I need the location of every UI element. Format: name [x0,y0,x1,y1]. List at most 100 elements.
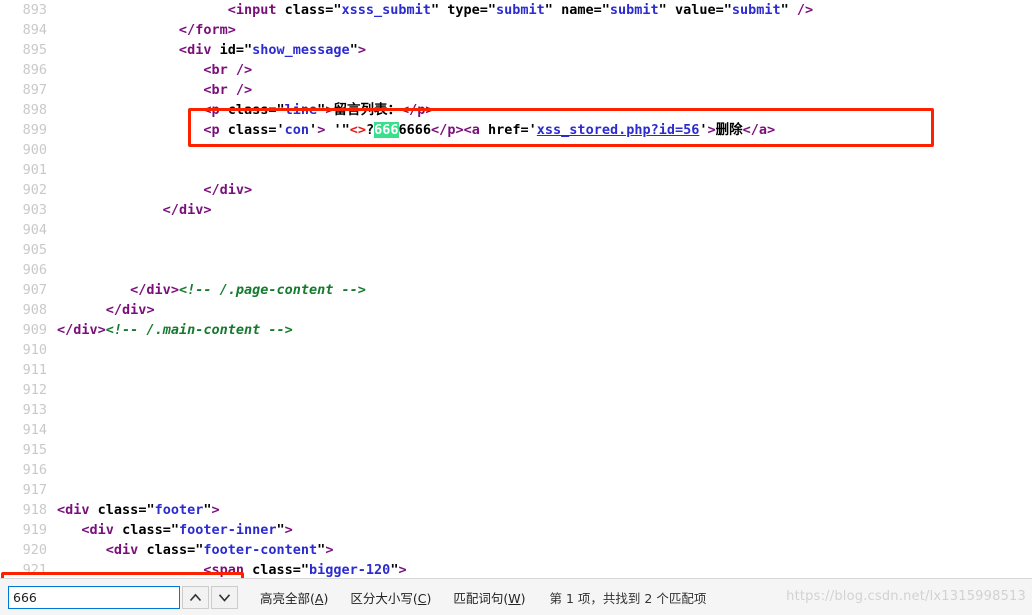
token-tag: div [73,322,98,338]
line-number: 901 [22,162,47,178]
line-number: 912 [22,382,47,398]
line-number: 913 [22,402,47,418]
find-next-button[interactable] [211,585,238,609]
find-input[interactable] [8,585,180,609]
find-previous-button[interactable] [182,585,209,609]
find-option-label: 匹配词句( [453,590,509,606]
source-code-viewer[interactable]: 893 <input class="xsss_submit" type="sub… [0,0,1032,578]
code-line-content: <span class="bigger-120"> [203,562,407,578]
code-line-content: <p class="line">留言列表：</p> [203,102,434,118]
line-number: 917 [22,482,47,498]
code-line: 919 <div class="footer-inner"> [0,520,1032,540]
find-option-label-close: ) [426,590,432,606]
line-number: 902 [22,182,47,198]
find-option-label: 区分大小写( [350,590,418,606]
code-line: 901 [0,160,1032,180]
watermark-url: https://blog.csdn.net/lx1315998513 [786,589,1026,604]
find-option-whole-words[interactable]: 匹配词句(W) [453,588,525,607]
code-line-content: </form> [178,22,236,38]
token-comment: <!-- /.main-content --> [105,322,293,338]
token-attr: id [219,42,236,58]
token-attr: value [674,2,716,18]
line-number: 920 [22,542,47,558]
code-line: 917 [0,480,1032,500]
payload-quote-prefix: '" [333,122,350,138]
find-option-label-close: ) [323,590,329,606]
token-attr: class [227,102,269,118]
code-line: 908 </div> [0,300,1032,320]
code-line: 902 </div> [0,180,1032,200]
token-attr: name [561,2,594,18]
code-line-content: </div> [105,302,155,318]
token-tag: a [471,122,480,138]
line-number: 899 [22,122,47,138]
chevron-down-icon [218,593,231,602]
code-line: 897 <br /> [0,80,1032,100]
token-tag: div [146,282,171,298]
token-value: footer-content [203,542,318,558]
token-href-value[interactable]: xss_stored.php?id=56 [537,122,700,138]
code-line-content: <div class="footer-inner"> [81,522,293,538]
payload-angle-brackets: <> [349,122,366,138]
token-tag: div [219,182,244,198]
find-option-label-close: ) [520,590,526,606]
chevron-up-icon [189,593,202,601]
line-number: 896 [22,62,47,78]
code-line: 910 [0,340,1032,360]
token-value: xsss_submit [341,2,431,18]
line-number: 895 [22,42,47,58]
token-text-cjk: 删除 [715,122,743,138]
line-number: 893 [22,2,47,18]
line-number: 894 [22,22,47,38]
token-value: footer [154,502,204,518]
code-line: 904 [0,220,1032,240]
token-tag: a [758,122,768,138]
token-tag: br [211,62,228,78]
code-line: 916 [0,460,1032,480]
find-option-match-case[interactable]: 区分大小写(C) [350,588,431,607]
line-number: 904 [22,222,47,238]
token-attr: class [97,502,139,518]
token-attr: class [146,542,188,558]
code-line: 894 </form> [0,20,1032,40]
token-tag: span [211,562,244,578]
code-line-content: <p class='con'> '"<>?6666666</p><a href=… [203,122,776,138]
line-number: 921 [22,562,47,578]
code-line: 905 [0,240,1032,260]
code-line: 900 [0,140,1032,160]
code-line: 914 [0,420,1032,440]
line-number: 907 [22,282,47,298]
code-line: 909 </div><!-- /.main-content --> [0,320,1032,340]
token-tag: div [178,202,204,218]
line-number: 905 [22,242,47,258]
code-line-content: </div> [162,202,212,218]
token-attr: class [252,562,293,578]
token-value: con [284,122,310,138]
code-line: 921 <span class="bigger-120"> [0,560,1032,578]
payload-question-mark: ? [366,122,375,138]
token-attr: href [488,122,521,138]
token-text-cjk: 留言列表： [333,102,401,118]
find-option-accelerator: W [508,590,521,606]
line-number: 910 [22,342,47,358]
line-number: 916 [22,462,47,478]
find-option-highlight-all[interactable]: 高亮全部(A) [260,588,328,607]
code-line-content: </div> [203,182,253,198]
token-comment: <!-- /.page-content --> [178,282,366,298]
token-value: footer-inner [178,522,277,538]
token-value: show_message [252,42,350,58]
code-line: 903 </div> [0,200,1032,220]
search-match-highlight: 666 [374,122,399,138]
token-tag: p [211,122,220,138]
find-option-label: 高亮全部( [260,590,315,606]
code-line: 913 [0,400,1032,420]
token-tag: form [195,22,228,38]
line-number: 909 [22,322,47,338]
code-line-content: <input class="xsss_submit" type="submit"… [227,2,814,18]
payload-remainder: 6666 [398,122,432,138]
line-number: 918 [22,502,47,518]
token-tag: div [65,502,90,518]
code-line: 912 [0,380,1032,400]
token-attr: type [447,2,480,18]
token-tag: div [89,522,114,538]
